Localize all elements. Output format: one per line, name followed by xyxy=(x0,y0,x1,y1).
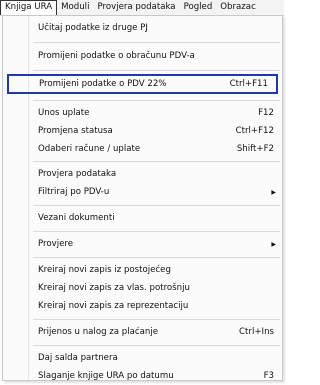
menu-item-promijeni-pdv-22[interactable]: Promijeni podatke o PDV 22% Ctrl+F11 xyxy=(7,74,278,94)
separator xyxy=(33,231,280,232)
menu-moduli[interactable]: Moduli xyxy=(57,0,93,15)
menu-item-shortcut: F12 xyxy=(258,108,274,118)
menu-item-odaberi-racune[interactable]: Odaberi račune / uplate Shift+F2 xyxy=(33,141,276,158)
menu-knjiga-ura[interactable]: Knjiga URA xyxy=(0,0,58,15)
menu-item-kreiraj-iz-postojeceg[interactable]: Kreiraj novi zapis iz postojećeg xyxy=(33,262,276,279)
menu-item-shortcut: Ctrl+Ins xyxy=(239,327,274,337)
menu-item-shortcut: F3 xyxy=(263,371,274,381)
separator xyxy=(33,100,280,101)
knjiga-ura-dropdown: Učitaj podatke iz druge PJ Promijeni pod… xyxy=(2,15,283,381)
menu-item-slaganje-knjige-ura[interactable]: Slaganje knjige URA po datumu F3 xyxy=(33,368,276,385)
menu-item-provjere[interactable]: Provjere ▶ xyxy=(33,236,276,253)
menu-item-label: Unos uplate xyxy=(38,108,90,118)
menu-item-shortcut: Ctrl+F11 xyxy=(229,79,268,89)
icon-gutter xyxy=(28,16,29,380)
menu-item-provjera-podataka[interactable]: Provjera podataka xyxy=(33,166,276,183)
menu-item-label: Prijenos u nalog za plaćanje xyxy=(38,327,158,337)
menu-item-label: Vezani dokumenti xyxy=(38,213,115,223)
separator xyxy=(33,161,280,162)
menu-item-filtriraj-po-pdv[interactable]: Filtriraj po PDV-u ▶ xyxy=(33,184,276,201)
menu-item-label: Filtriraj po PDV-u xyxy=(38,187,110,197)
menu-item-label: Promijeni podatke o PDV 22% xyxy=(39,79,167,89)
menu-provjera-podataka[interactable]: Provjera podataka xyxy=(93,0,179,15)
separator xyxy=(33,319,280,320)
menu-item-vezani-dokumenti[interactable]: Vezani dokumenti xyxy=(33,210,276,227)
menu-item-label: Daj salda partnera xyxy=(38,353,118,363)
menu-item-daj-salda-partnera[interactable]: Daj salda partnera xyxy=(33,350,276,367)
menu-item-label: Učitaj podatke iz druge PJ xyxy=(38,23,148,33)
menu-item-label: Promjena statusa xyxy=(38,126,113,136)
menu-obrazac[interactable]: Obrazac xyxy=(216,0,260,15)
separator xyxy=(33,205,280,206)
menu-item-label: Kreiraj novi zapis iz postojećeg xyxy=(38,265,171,275)
menu-item-kreiraj-reprezentaciju[interactable]: Kreiraj novi zapis za reprezentaciju xyxy=(33,298,276,315)
separator xyxy=(33,257,280,258)
submenu-arrow-icon: ▶ xyxy=(271,189,276,196)
menu-item-shortcut: Ctrl+F12 xyxy=(235,126,274,136)
menu-item-label: Kreiraj novi zapis za vlas. potrošnju xyxy=(38,283,190,293)
separator xyxy=(33,70,280,71)
separator xyxy=(33,42,280,43)
menu-item-label: Provjere xyxy=(38,239,74,249)
separator xyxy=(33,345,280,346)
menu-item-promijeni-obracun-pdv[interactable]: Promijeni podatke o obračunu PDV-a xyxy=(33,48,276,65)
menu-item-label: Slaganje knjige URA po datumu xyxy=(38,371,174,381)
menu-item-shortcut: Shift+F2 xyxy=(236,144,274,154)
submenu-arrow-icon: ▶ xyxy=(271,241,276,248)
menubar: Knjiga URA Moduli Provjera podataka Pogled O… xyxy=(0,0,284,16)
menu-item-prijenos-u-nalog[interactable]: Prijenos u nalog za plaćanje Ctrl+Ins xyxy=(33,324,276,341)
menu-item-label: Odaberi račune / uplate xyxy=(38,144,141,154)
menu-item-label: Promijeni podatke o obračunu PDV-a xyxy=(38,51,195,61)
menu-item-kreiraj-vlas-potrosnju[interactable]: Kreiraj novi zapis za vlas. potrošnju xyxy=(33,280,276,297)
menu-item-label: Provjera podataka xyxy=(38,169,117,179)
menu-item-promjena-statusa[interactable]: Promjena statusa Ctrl+F12 xyxy=(33,123,276,140)
menu-item-ucitaj-podatke[interactable]: Učitaj podatke iz druge PJ xyxy=(33,20,276,37)
menu-pogled[interactable]: Pogled xyxy=(180,0,217,15)
menu-item-label: Kreiraj novi zapis za reprezentaciju xyxy=(38,301,189,311)
menu-item-unos-uplate[interactable]: Unos uplate F12 xyxy=(33,105,276,122)
